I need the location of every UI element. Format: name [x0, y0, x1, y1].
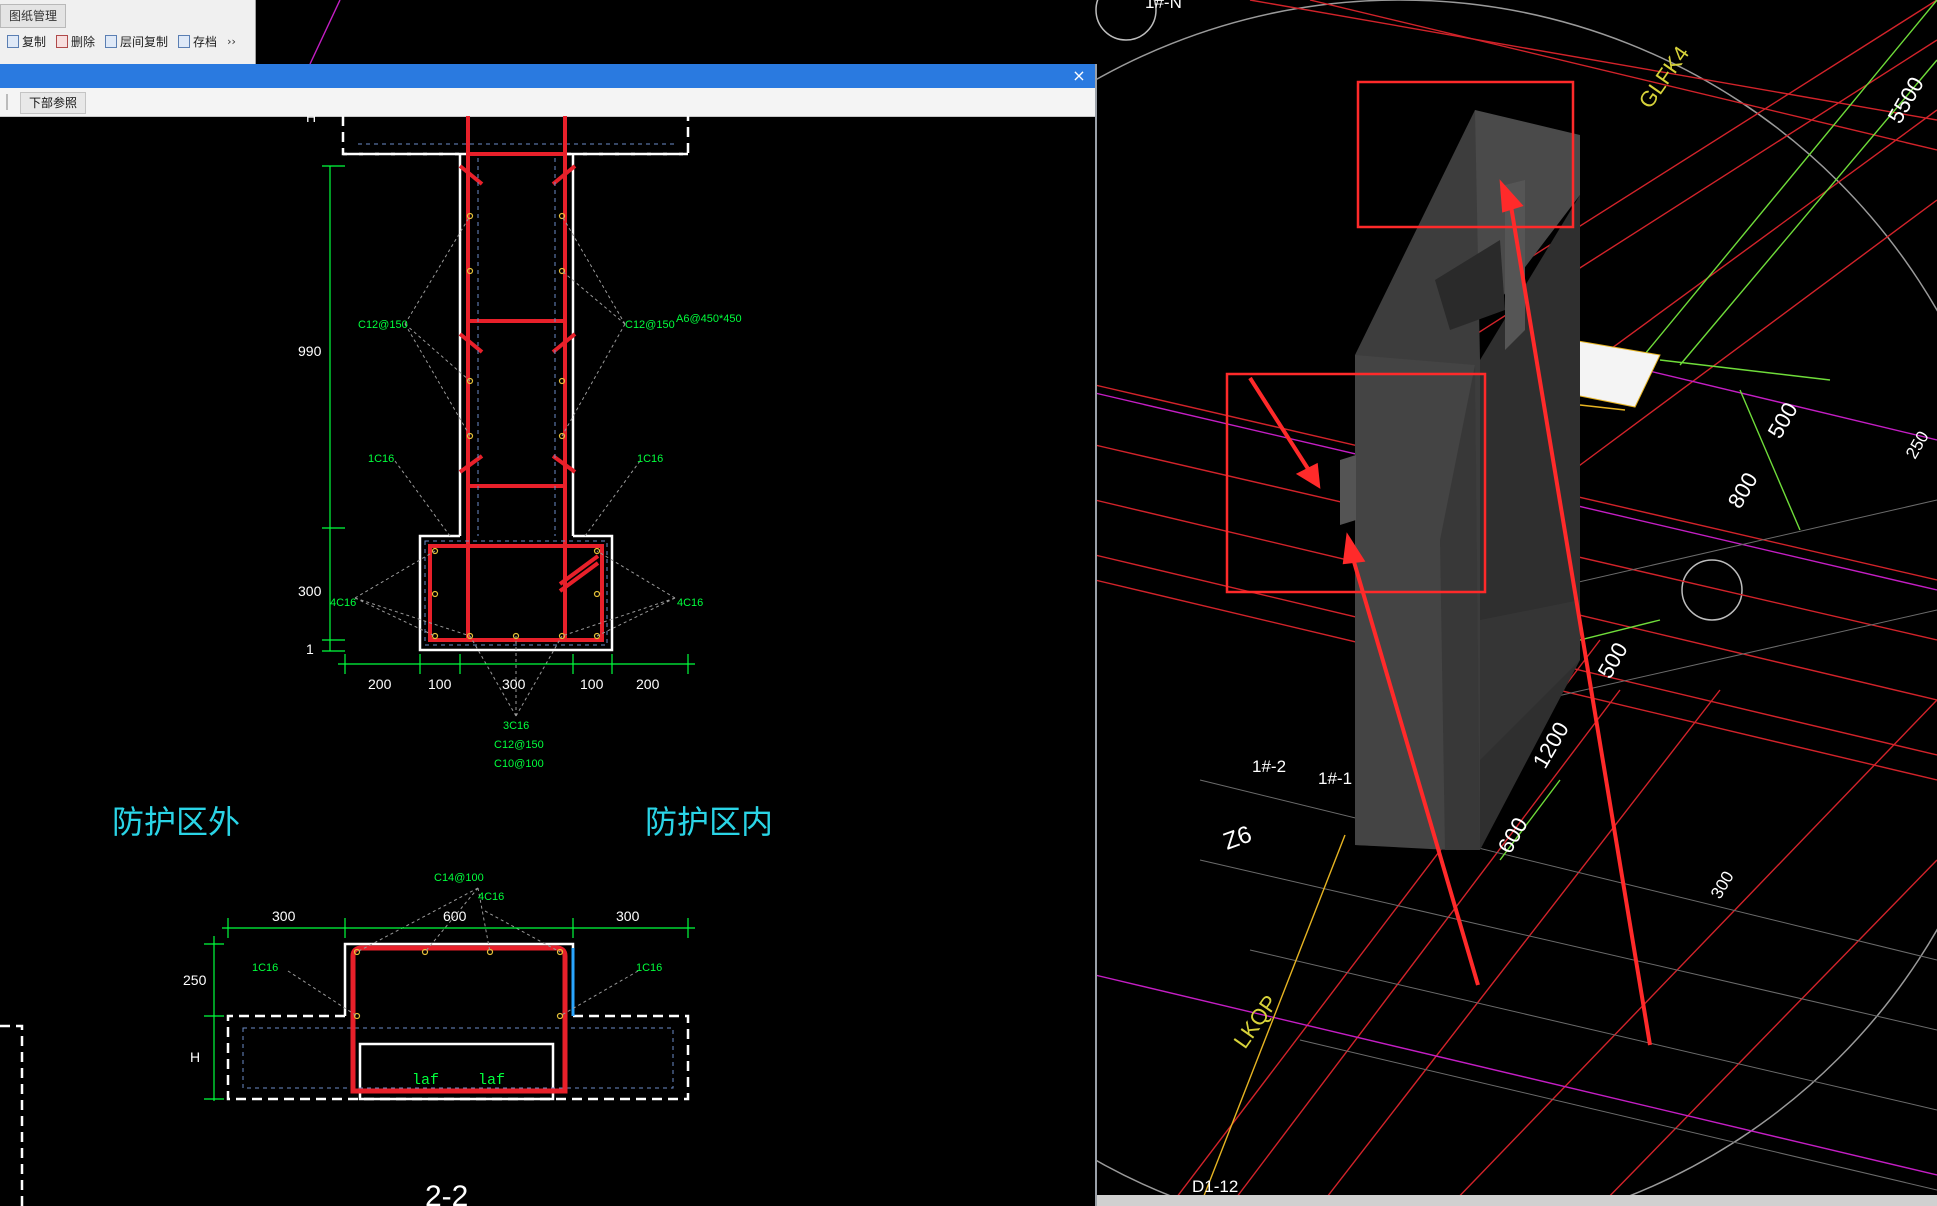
zone-label-outside: 防护区外	[112, 803, 240, 841]
rebar-label: 3C16	[503, 720, 529, 732]
dim-300: 300	[298, 583, 322, 599]
dim-200-left: 200	[368, 676, 392, 692]
rebar-label: 4C16	[677, 597, 703, 609]
copy-icon	[7, 34, 19, 48]
grid-label: 1#-1	[1318, 769, 1352, 788]
dim-300-right: 300	[616, 908, 640, 924]
dim-h: H	[306, 116, 316, 125]
archive-button-label: 存档	[193, 34, 218, 49]
drawing-management-panel: 图纸管理 复制 删除 层间复制 存档 ››	[0, 0, 256, 64]
archive-icon	[178, 34, 191, 48]
layer-copy-button-label: 层间复制	[120, 34, 169, 49]
dim-h-lower: H	[190, 1049, 200, 1065]
section2-rebar-loop	[350, 945, 568, 1094]
rebar-label: A6@450*450	[676, 313, 742, 325]
dim-600: 600	[443, 908, 467, 924]
rebar-label: 1C16	[636, 962, 662, 974]
rebar-label: 1C16	[252, 962, 278, 974]
toolbar-separator	[6, 94, 8, 110]
dim-990: 990	[298, 343, 322, 359]
archive-button[interactable]: 存档	[175, 31, 220, 51]
dim-300-left: 300	[272, 908, 296, 924]
rebar-label: 1C16	[368, 453, 394, 465]
rebar-label: C12@150	[625, 319, 675, 331]
copy-button-label: 复制	[22, 34, 47, 49]
dimension-lines	[322, 165, 695, 674]
slab-outline	[341, 116, 690, 156]
dim-200-right: 200	[636, 676, 660, 692]
delete-icon	[56, 34, 69, 48]
cad-section-drawing[interactable]: H 990 300 1 200 100 300 100 200 C12@150 …	[0, 116, 1095, 1206]
dim-100-right: 100	[580, 676, 604, 692]
layer-copy-icon	[105, 34, 118, 48]
rebar-label: 4C16	[478, 891, 504, 903]
dim-1: 1	[306, 641, 314, 657]
laf-label: laf	[478, 1072, 505, 1089]
dialog-titlebar[interactable]: ×	[0, 64, 1095, 88]
rebar-label: C14@100	[434, 872, 484, 884]
rebar-lines	[428, 116, 604, 642]
section-title: 2-2	[425, 1180, 468, 1206]
grid-label: D1-12	[1192, 1177, 1238, 1196]
dim-100-left: 100	[428, 676, 452, 692]
section2-inner-dashed	[242, 1027, 674, 1089]
panel-toolbar: 复制 删除 层间复制 存档 ››	[0, 30, 239, 52]
section2-dimension-lines	[204, 918, 695, 1101]
close-icon[interactable]: ×	[1069, 66, 1089, 86]
zone-label-inside: 防护区内	[645, 803, 773, 841]
rebar-label: C12@150	[358, 319, 408, 331]
section2-outline	[343, 942, 575, 1101]
rebar-label: C10@100	[494, 758, 544, 770]
horizontal-scrollbar[interactable]	[1095, 1195, 1937, 1206]
grid-label: 1#-N	[1145, 0, 1182, 12]
more-options-icon[interactable]: ››	[224, 35, 239, 48]
tab-drawing-management[interactable]: 图纸管理	[0, 4, 67, 28]
layer-copy-button[interactable]: 层间复制	[102, 31, 171, 51]
dim-250: 250	[183, 972, 207, 988]
delete-button[interactable]: 删除	[53, 31, 98, 51]
copy-button[interactable]: 复制	[4, 31, 49, 51]
lower-reference-button[interactable]: 下部参照	[20, 92, 87, 114]
rebar-label: C12@150	[494, 739, 544, 751]
section2-rebar-dots	[353, 948, 564, 1020]
laf-label: laf	[412, 1072, 439, 1089]
section-drawing-dialog: × 下部参照 H 990 300 1 200 100 300 100 200 C…	[0, 64, 1097, 1206]
dim-300-mid: 300	[502, 676, 526, 692]
delete-button-label: 删除	[71, 34, 96, 49]
grid-label: 1#-2	[1252, 757, 1286, 776]
dialog-toolbar: 下部参照	[0, 88, 1095, 117]
left-frame-partial	[0, 1024, 24, 1206]
rebar-label: 4C16	[330, 597, 356, 609]
rebar-label: 1C16	[637, 453, 663, 465]
